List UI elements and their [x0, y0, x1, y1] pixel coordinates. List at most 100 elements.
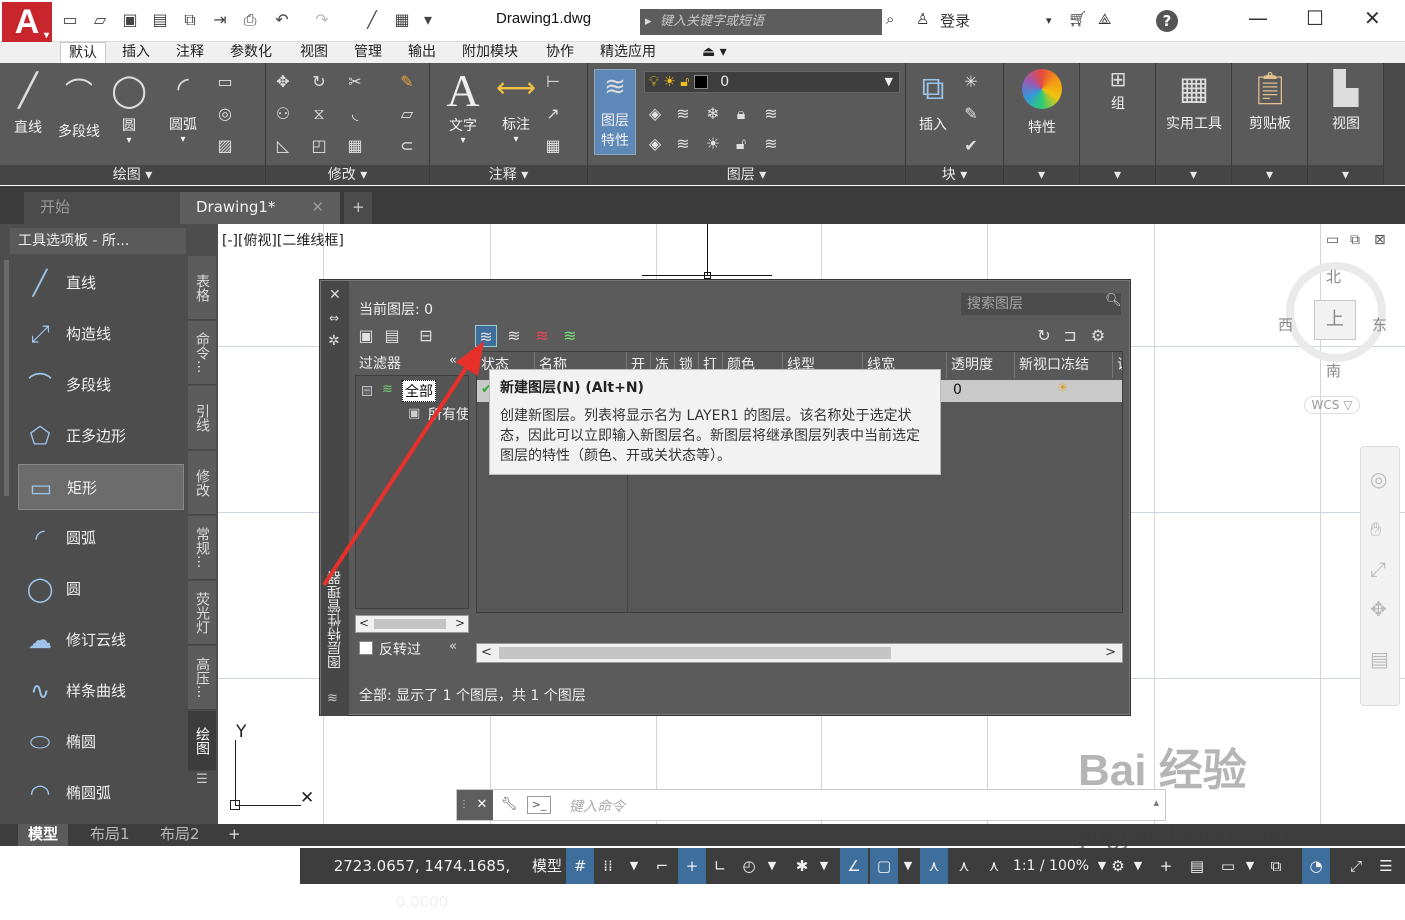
palette-properties-icon[interactable]: ✲ — [328, 333, 340, 349]
view-panel-expand[interactable]: ▾ — [1308, 165, 1383, 185]
layer-search-input[interactable]: 搜索图层 — [961, 293, 1121, 315]
tab-insert[interactable]: 插入 — [114, 42, 158, 63]
tab-parametric[interactable]: 参数化 — [222, 42, 280, 63]
tab-layout2[interactable]: 布局2 — [150, 824, 210, 846]
auto-scale-icon[interactable]: ⋏ — [950, 848, 978, 884]
viewcube-north[interactable]: 北 — [1326, 266, 1341, 287]
new-property-filter-icon[interactable]: ▣ — [355, 325, 377, 347]
viewport-minimize-icon[interactable]: ▭ — [1326, 232, 1339, 248]
delete-layer-icon[interactable]: ≋ — [531, 325, 553, 347]
annotation-panel-title[interactable]: 注释 ▾ — [430, 165, 587, 185]
palette-item-spline[interactable]: ∿ 样条曲线 — [18, 668, 184, 714]
viewport-close-icon[interactable]: ⊠ — [1374, 232, 1386, 248]
new-layout-button[interactable]: + — [218, 824, 251, 846]
palette-scrollbar[interactable] — [4, 260, 9, 496]
view-button[interactable]: ▙ 视图 — [1312, 69, 1380, 133]
palette-tab-fluorescent[interactable]: 荧光灯 — [188, 581, 216, 645]
palette-item-elliptical-arc[interactable]: ◠ 椭圆弧 — [18, 770, 184, 816]
table-icon[interactable]: ▦ — [542, 135, 564, 157]
offset-icon[interactable]: ⊂ — [396, 135, 418, 157]
layer-thaw-icon[interactable]: ☀ — [702, 133, 724, 155]
autodesk-a360-icon[interactable]: ⟁ — [1098, 10, 1111, 28]
layer-merge-icon[interactable]: ≋ — [760, 133, 782, 155]
col-new-vp-freeze[interactable]: 新视口冻结 — [1015, 352, 1113, 378]
settings-gear-icon[interactable]: ⚙ — [1087, 325, 1109, 347]
clipboard-button[interactable]: 📋︎ 剪贴板 — [1236, 69, 1304, 133]
panel-clipboard[interactable]: 📋︎ 剪贴板 ▾ — [1232, 63, 1308, 185]
layer-freeze-icon[interactable]: ❄ — [702, 103, 724, 125]
annotation-monitor-icon[interactable]: + — [1152, 848, 1180, 884]
layer-match-icon[interactable]: ≋ — [760, 103, 782, 125]
palette-tab-draw[interactable]: 绘图 — [188, 711, 216, 771]
palette-item-arc[interactable]: ◜ 圆弧 — [18, 515, 184, 561]
panel-properties[interactable]: 特性 ▾ — [1004, 63, 1080, 185]
customization-menu-icon[interactable]: ☰ — [1372, 848, 1400, 884]
zoom-extents-icon[interactable]: ⤢ — [1370, 557, 1386, 581]
osnap-dropdown-icon[interactable]: ▼ — [900, 848, 916, 884]
layer-states-manager-icon[interactable]: ⊟ — [415, 325, 437, 347]
clipboard-panel-expand[interactable]: ▾ — [1232, 165, 1307, 185]
viewport-restore-icon[interactable]: ⧉ — [1350, 232, 1360, 248]
rotate-icon[interactable]: ↻ — [308, 71, 330, 93]
properties-button[interactable]: 特性 — [1016, 69, 1068, 137]
modify-panel-title[interactable]: 修改 ▾ — [266, 165, 429, 185]
rectangle-icon[interactable]: ▭ — [214, 71, 236, 93]
workspace-icon[interactable]: ▦ — [392, 10, 412, 30]
palette-item-circle[interactable]: ◯ 圆 — [18, 566, 184, 612]
annotation-scale-icon[interactable]: ⋏ — [980, 848, 1008, 884]
workspace-gear-icon[interactable]: ⚙ — [1106, 848, 1130, 884]
annotation-visibility-icon[interactable]: ⋏ — [920, 848, 948, 884]
filter-all-used[interactable]: 所有使 — [428, 404, 468, 424]
palette-item-ellipse[interactable]: ⬭ 椭圆 — [18, 719, 184, 765]
copy-icon[interactable]: ⚇ — [272, 103, 294, 125]
redo-icon[interactable]: ↷ — [312, 10, 332, 30]
pan-icon[interactable]: ✋︎ — [1370, 517, 1381, 541]
explode-icon[interactable]: ▱ — [396, 103, 418, 125]
new-tab-button[interactable]: + — [344, 192, 372, 224]
new-layer-icon[interactable]: ≋ — [475, 325, 497, 347]
model-space-button[interactable]: 模型 — [528, 848, 566, 884]
tab-manage[interactable]: 管理 — [346, 42, 390, 63]
palette-item-line[interactable]: ╱ 直线 — [18, 260, 184, 306]
help-search-input[interactable]: 键入关键字或短语 — [640, 9, 882, 35]
tab-layout1[interactable]: 布局1 — [80, 824, 140, 846]
panel-groups[interactable]: ⊞ 组 ▾ — [1080, 63, 1156, 185]
customize-qat-icon[interactable]: ▾ — [418, 10, 438, 30]
set-current-icon[interactable]: ≋ — [559, 325, 581, 347]
linear-dim-icon[interactable]: ⊢ — [542, 71, 564, 93]
save-as-icon[interactable]: ▤ — [150, 10, 170, 30]
tab-view[interactable]: 视图 — [292, 42, 336, 63]
annotation-scale-readout[interactable]: 1:1 / 100% — [1010, 848, 1092, 884]
steering-wheel-icon[interactable]: ◎ — [1370, 467, 1387, 491]
dynamic-input-icon[interactable]: + — [678, 848, 706, 884]
create-block-icon[interactable]: ✳ — [960, 71, 982, 93]
edit-block-icon[interactable]: ✎ — [960, 103, 982, 125]
utilities-panel-expand[interactable]: ▾ — [1156, 165, 1231, 185]
refresh-icon[interactable]: ↻ — [1033, 325, 1055, 347]
palette-tab-high-pressure[interactable]: 高压... — [188, 646, 216, 710]
line-tool-button[interactable]: ╱ 直线 — [8, 71, 48, 137]
plot-icon[interactable]: ⎙ — [240, 10, 260, 30]
attribute-icon[interactable]: ✔ — [960, 135, 982, 157]
panel-utilities[interactable]: ▦ 实用工具 ▾ — [1156, 63, 1232, 185]
login-button[interactable]: 登录 — [940, 10, 970, 31]
command-input[interactable]: 键入命令 — [569, 796, 625, 816]
fillet-icon[interactable]: ◟ — [344, 103, 366, 125]
filter-all[interactable]: 全部 — [402, 380, 436, 402]
viewcube-top-face[interactable]: 上 — [1314, 300, 1356, 340]
coordinates-readout[interactable]: 2723.0657, 1474.1685, 0.0000 — [320, 848, 524, 911]
new-icon[interactable]: ▭ — [60, 10, 80, 30]
insert-block-button[interactable]: ⧉ 插入 — [910, 69, 956, 134]
stretch-icon[interactable]: ◺ — [272, 135, 294, 157]
quick-props-dropdown-icon[interactable]: ▼ — [1242, 848, 1258, 884]
tab-addins[interactable]: 附加模块 — [454, 42, 526, 63]
collapse-filters-icon[interactable]: « — [449, 353, 457, 368]
isolate-objects-icon[interactable]: ⧉ — [1262, 848, 1290, 884]
tab-featured-apps[interactable]: 精选应用 — [592, 42, 664, 63]
layers-panel-title[interactable]: 图层 ▾ — [588, 165, 905, 185]
cmdline-close-icon[interactable]: ✕ — [471, 790, 493, 820]
palette-tab-leaders[interactable]: 引线 — [188, 386, 216, 450]
quick-properties-icon[interactable]: ▭ — [1214, 848, 1242, 884]
trim-icon[interactable]: ✂ — [344, 71, 366, 93]
layer-off-icon[interactable]: ◈ — [644, 103, 666, 125]
